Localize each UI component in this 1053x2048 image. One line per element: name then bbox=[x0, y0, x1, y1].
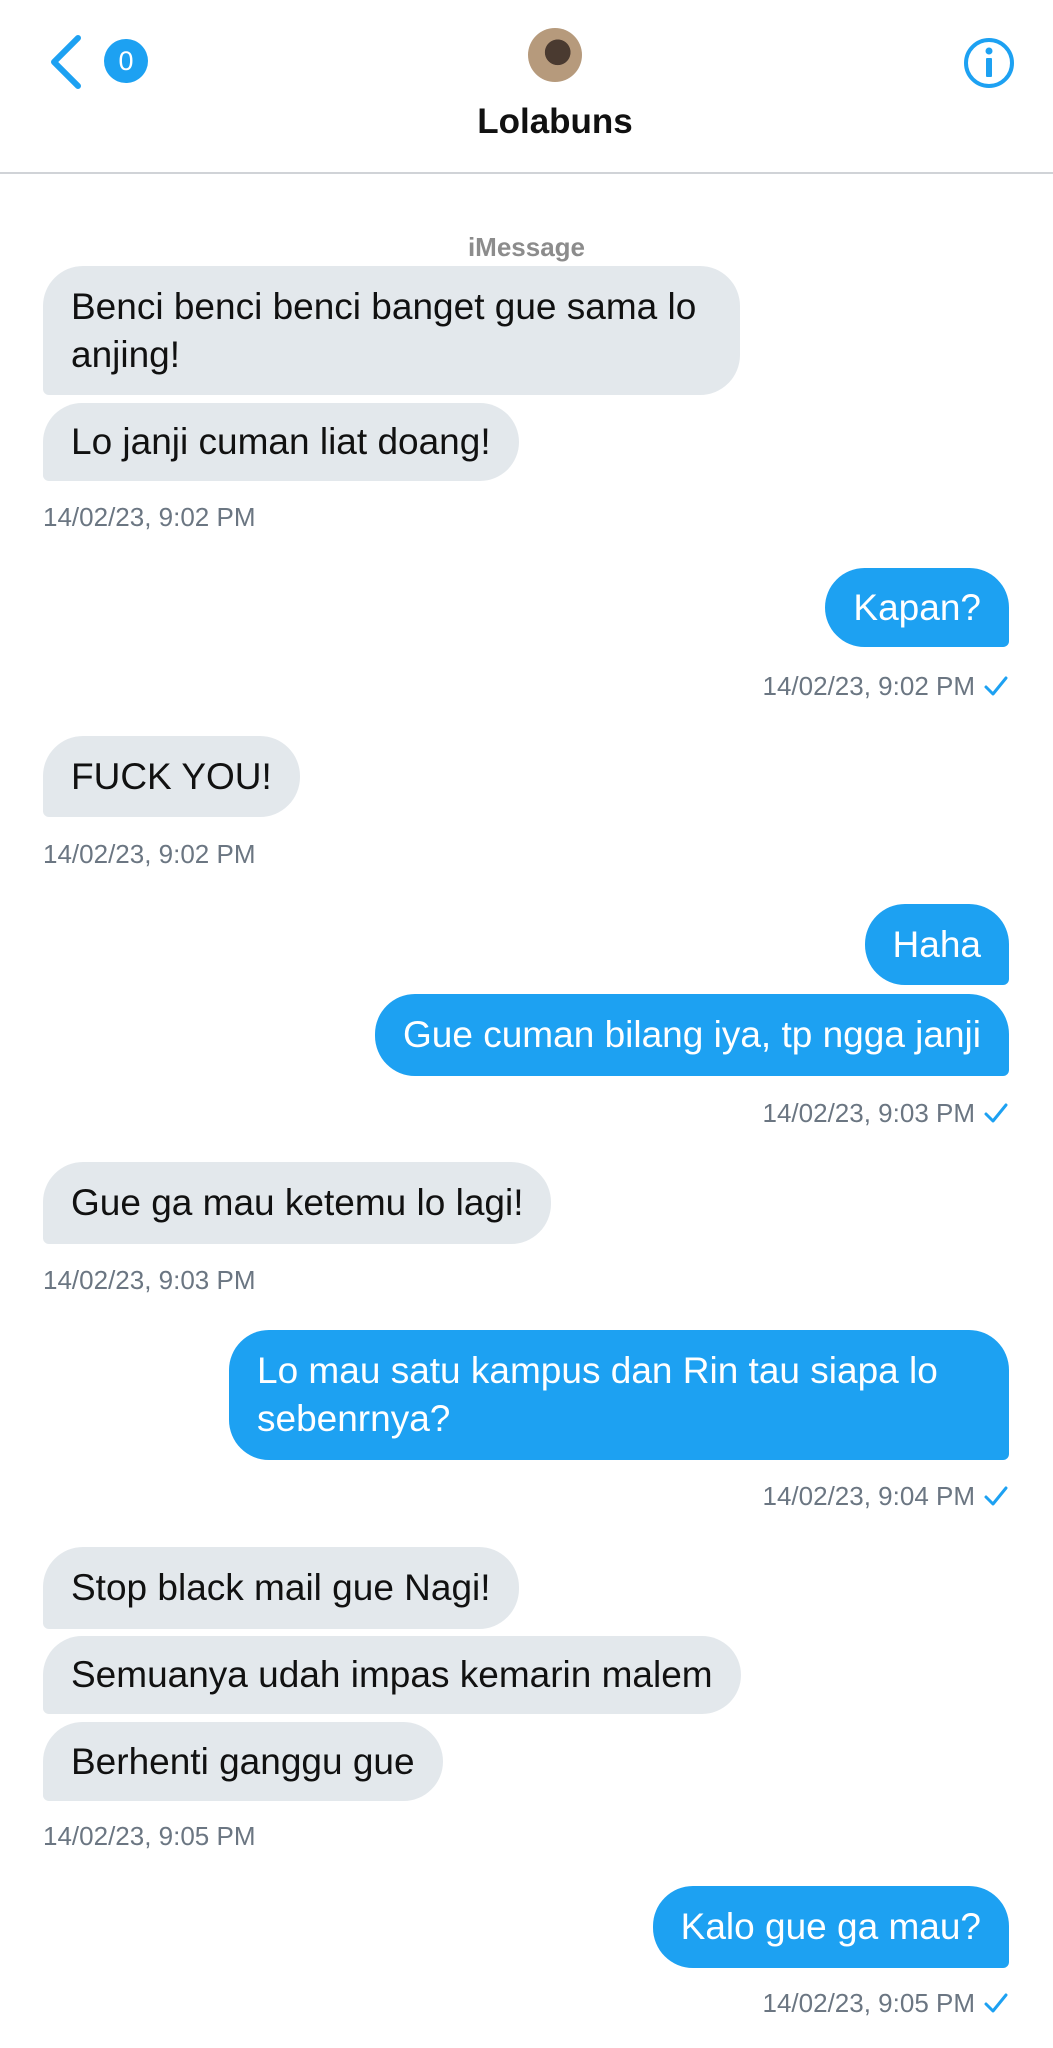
chevron-left-icon[interactable] bbox=[46, 34, 86, 90]
message-bubble-outgoing[interactable]: Haha bbox=[864, 904, 1009, 985]
message-bubble-outgoing[interactable]: Kapan? bbox=[825, 568, 1009, 647]
contact-name[interactable]: Lolabuns bbox=[0, 102, 1053, 142]
message-bubble-incoming[interactable]: FUCK YOU! bbox=[43, 736, 300, 817]
message-bubble-incoming[interactable]: Semuanya udah impas kemarin malem bbox=[43, 1636, 741, 1714]
message-bubble-outgoing[interactable]: Kalo gue ga mau? bbox=[652, 1886, 1009, 1968]
message-timestamp: 14/02/23, 9:03 PM bbox=[762, 1098, 975, 1128]
message-bubble-incoming[interactable]: Lo janji cuman liat doang! bbox=[43, 403, 519, 481]
message-bubble-outgoing[interactable]: Lo mau satu kampus dan Rin tau siapa lo … bbox=[229, 1330, 1009, 1460]
read-check-icon bbox=[984, 1993, 1008, 2013]
conversation-header: 0 Lolabuns bbox=[0, 0, 1053, 174]
message-bubble-incoming[interactable]: Benci benci benci banget gue sama lo anj… bbox=[43, 266, 740, 395]
message-timestamp-row: 14/02/23, 9:03 PM bbox=[763, 1097, 1009, 1129]
info-circle-icon[interactable] bbox=[963, 37, 1015, 89]
message-bubble-incoming[interactable]: Berhenti ganggu gue bbox=[43, 1722, 443, 1801]
message-bubble-incoming[interactable]: Stop black mail gue Nagi! bbox=[43, 1547, 519, 1629]
message-timestamp: 14/02/23, 9:02 PM bbox=[43, 839, 256, 869]
contact-avatar[interactable] bbox=[528, 28, 582, 82]
read-check-icon bbox=[984, 1103, 1008, 1123]
unread-count-badge[interactable]: 0 bbox=[104, 39, 148, 83]
message-timestamp: 14/02/23, 9:05 PM bbox=[43, 1821, 256, 1851]
service-label: iMessage bbox=[467, 232, 586, 262]
read-check-icon bbox=[984, 1486, 1008, 1506]
message-timestamp-row: 14/02/23, 9:02 PM bbox=[763, 670, 1009, 702]
message-bubble-incoming[interactable]: Gue ga mau ketemu lo lagi! bbox=[43, 1162, 552, 1244]
read-check-icon bbox=[984, 676, 1008, 696]
message-timestamp-row: 14/02/23, 9:04 PM bbox=[763, 1480, 1009, 1512]
message-timestamp-row: 14/02/23, 9:05 PM bbox=[763, 1987, 1009, 2019]
message-timestamp: 14/02/23, 9:05 PM bbox=[762, 1988, 975, 2018]
message-timestamp: 14/02/23, 9:03 PM bbox=[43, 1265, 256, 1295]
message-bubble-outgoing[interactable]: Gue cuman bilang iya, tp ngga janji bbox=[375, 994, 1009, 1076]
message-timestamp: 14/02/23, 9:04 PM bbox=[762, 1481, 975, 1511]
message-timestamp: 14/02/23, 9:02 PM bbox=[43, 502, 256, 532]
message-timestamp: 14/02/23, 9:02 PM bbox=[762, 671, 975, 701]
